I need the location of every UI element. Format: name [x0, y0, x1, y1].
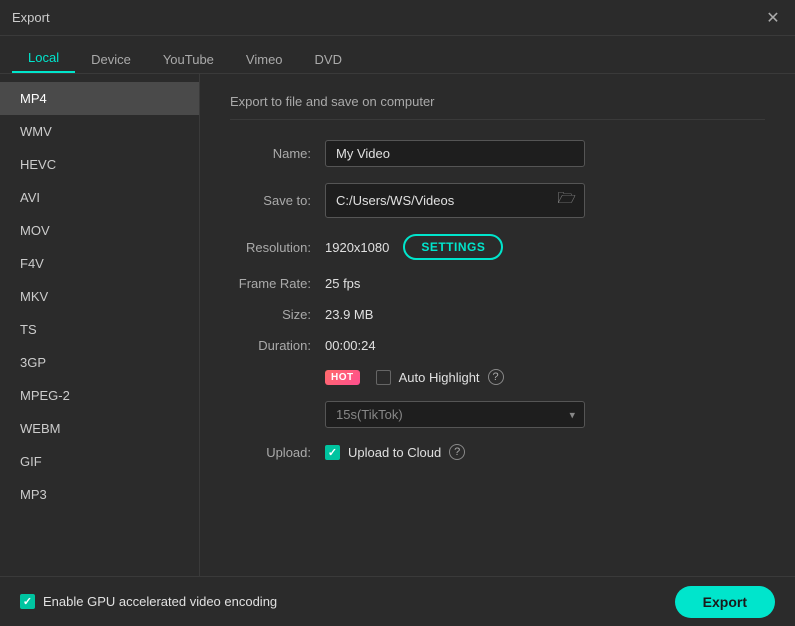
name-input[interactable] — [325, 140, 585, 167]
duration-label: Duration: — [230, 338, 325, 353]
duration-value: 00:00:24 — [325, 338, 376, 353]
auto-highlight-container: HOT Auto Highlight ? — [325, 369, 504, 385]
tab-bar: Local Device YouTube Vimeo DVD — [0, 36, 795, 74]
size-row: Size: 23.9 MB — [230, 307, 765, 322]
auto-highlight-label: Auto Highlight — [399, 370, 480, 385]
export-button[interactable]: Export — [675, 586, 775, 618]
save-to-label: Save to: — [230, 193, 325, 208]
tab-youtube[interactable]: YouTube — [147, 44, 230, 73]
auto-highlight-row: HOT Auto Highlight ? — [230, 369, 765, 385]
sidebar-item-ts[interactable]: TS — [0, 313, 199, 346]
upload-row: Upload: Upload to Cloud ? — [230, 444, 765, 460]
title-text: Export — [12, 10, 50, 25]
tiktok-dropdown-container: 15s(TikTok) ▾ — [325, 401, 585, 428]
export-panel: Export to file and save on computer Name… — [200, 74, 795, 576]
frame-rate-label: Frame Rate: — [230, 276, 325, 291]
name-label: Name: — [230, 146, 325, 161]
sidebar-item-wmv[interactable]: WMV — [0, 115, 199, 148]
sidebar-item-mpeg2[interactable]: MPEG-2 — [0, 379, 199, 412]
resolution-row: Resolution: 1920x1080 SETTINGS — [230, 234, 765, 260]
resolution-label: Resolution: — [230, 240, 325, 255]
tiktok-row: 15s(TikTok) ▾ — [230, 401, 765, 428]
tab-vimeo[interactable]: Vimeo — [230, 44, 299, 73]
tab-device[interactable]: Device — [75, 44, 147, 73]
duration-row: Duration: 00:00:24 — [230, 338, 765, 353]
save-to-container: 🗁 — [325, 183, 585, 218]
upload-help-icon[interactable]: ? — [449, 444, 465, 460]
frame-rate-value: 25 fps — [325, 276, 360, 291]
auto-highlight-checkbox[interactable] — [376, 370, 391, 385]
title-bar: Export ✕ — [0, 0, 795, 36]
frame-rate-row: Frame Rate: 25 fps — [230, 276, 765, 291]
hot-badge: HOT — [325, 370, 360, 385]
sidebar-item-3gp[interactable]: 3GP — [0, 346, 199, 379]
upload-to-cloud-label: Upload to Cloud — [348, 445, 441, 460]
sidebar-item-f4v[interactable]: F4V — [0, 247, 199, 280]
save-to-row: Save to: 🗁 — [230, 183, 765, 218]
sidebar-item-webm[interactable]: WEBM — [0, 412, 199, 445]
name-row: Name: — [230, 140, 765, 167]
sidebar-item-hevc[interactable]: HEVC — [0, 148, 199, 181]
sidebar-item-mp4[interactable]: MP4 — [0, 82, 199, 115]
bottom-bar: Enable GPU accelerated video encoding Ex… — [0, 576, 795, 626]
save-to-input[interactable] — [326, 188, 549, 213]
tiktok-dropdown[interactable]: 15s(TikTok) — [325, 401, 585, 428]
sidebar-item-avi[interactable]: AVI — [0, 181, 199, 214]
sidebar-item-mkv[interactable]: MKV — [0, 280, 199, 313]
sidebar-item-mp3[interactable]: MP3 — [0, 478, 199, 511]
panel-title: Export to file and save on computer — [230, 94, 765, 120]
resolution-value: 1920x1080 — [325, 240, 389, 255]
format-sidebar: MP4 WMV HEVC AVI MOV F4V MKV TS 3GP MPEG… — [0, 74, 200, 576]
settings-button[interactable]: SETTINGS — [403, 234, 503, 260]
tab-dvd[interactable]: DVD — [299, 44, 358, 73]
upload-container: Upload to Cloud ? — [325, 444, 465, 460]
upload-to-cloud-checkbox[interactable] — [325, 445, 340, 460]
folder-browse-icon[interactable]: 🗁 — [549, 184, 584, 217]
size-label: Size: — [230, 307, 325, 322]
gpu-label: Enable GPU accelerated video encoding — [43, 594, 277, 609]
gpu-checkbox[interactable] — [20, 594, 35, 609]
gpu-row: Enable GPU accelerated video encoding — [20, 594, 277, 609]
upload-label: Upload: — [230, 445, 325, 460]
tab-local[interactable]: Local — [12, 42, 75, 73]
size-value: 23.9 MB — [325, 307, 373, 322]
main-content: MP4 WMV HEVC AVI MOV F4V MKV TS 3GP MPEG… — [0, 74, 795, 576]
sidebar-item-gif[interactable]: GIF — [0, 445, 199, 478]
close-button[interactable]: ✕ — [763, 8, 783, 28]
auto-highlight-help-icon[interactable]: ? — [488, 369, 504, 385]
sidebar-item-mov[interactable]: MOV — [0, 214, 199, 247]
